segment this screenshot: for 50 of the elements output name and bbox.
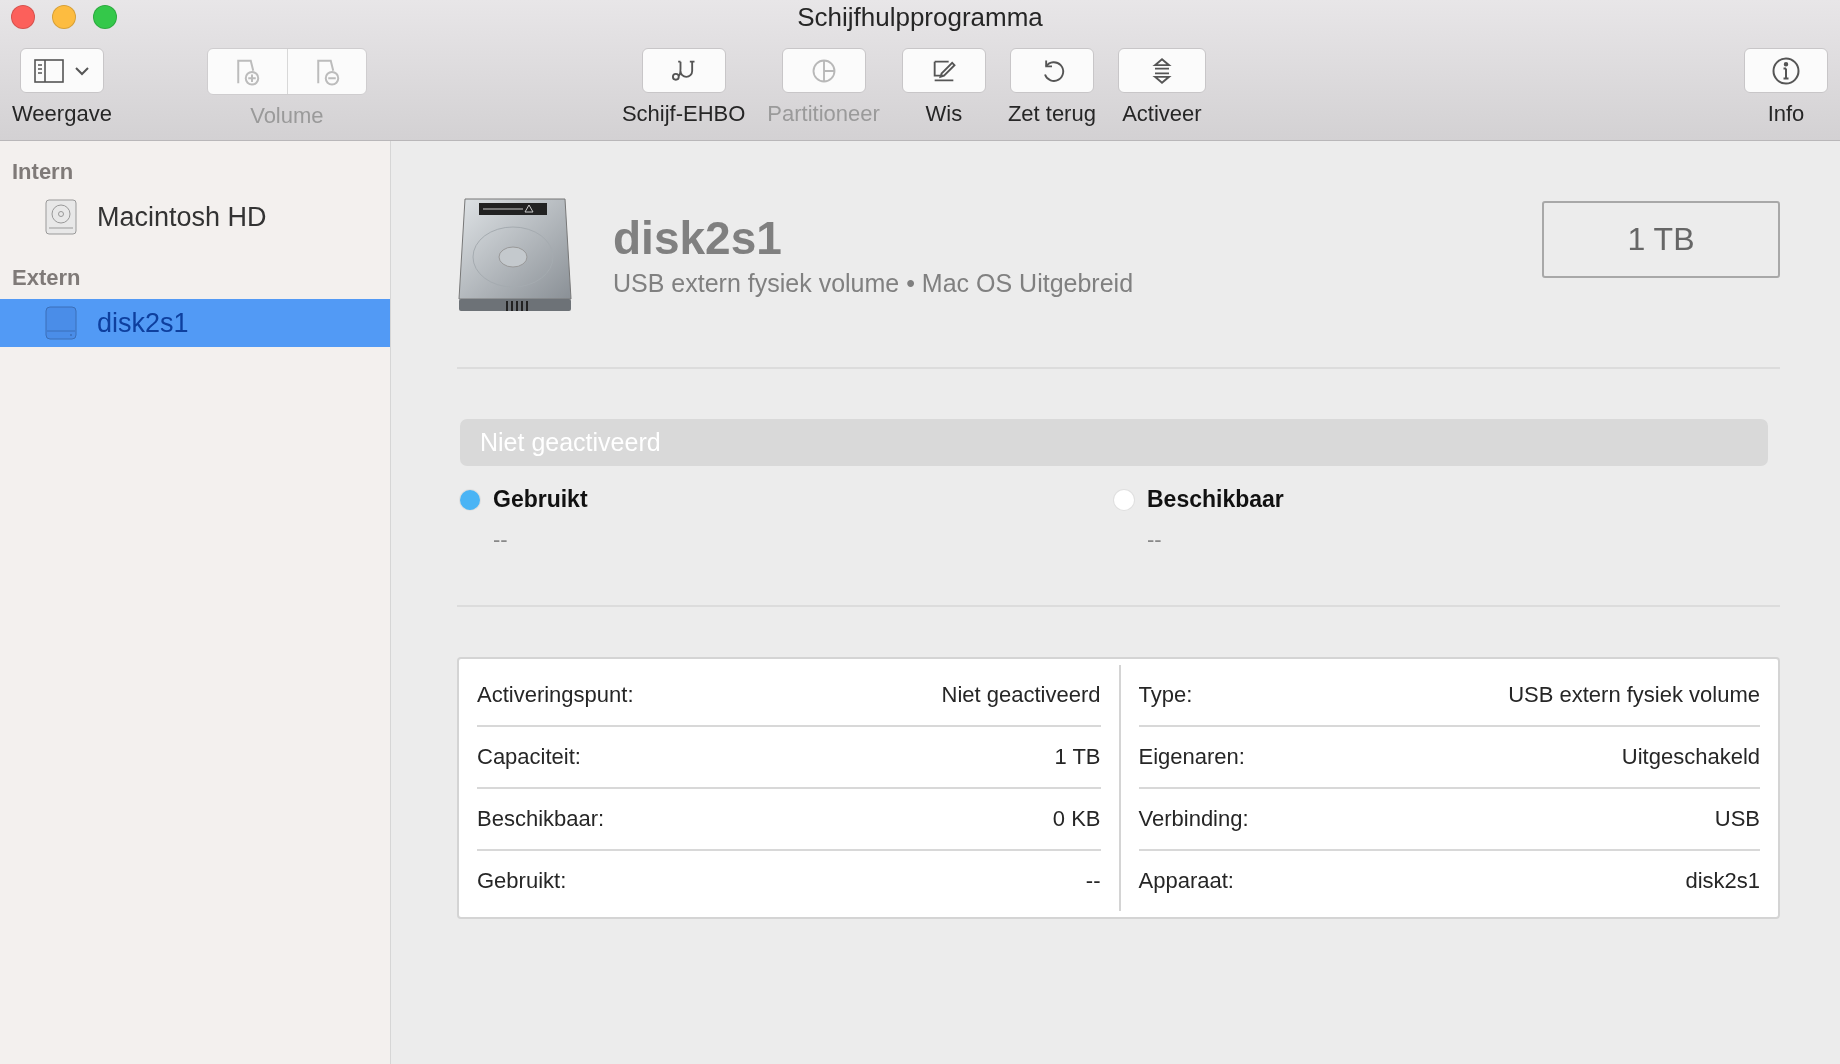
minimize-button[interactable] [52, 5, 76, 29]
mount-button[interactable] [1117, 48, 1206, 93]
info-button[interactable] [1744, 48, 1828, 93]
detail-label: Activeringspunt: [477, 682, 634, 708]
detail-label: Apparaat: [1138, 868, 1234, 894]
external-drive-icon [45, 306, 77, 340]
capacity-label: 1 TB [1542, 200, 1780, 278]
chevron-down-icon [73, 65, 90, 76]
detail-value: USB [1714, 806, 1760, 832]
restore-button[interactable] [1009, 48, 1094, 93]
toolbar-label: Volume [250, 103, 324, 129]
detail-value: 1 TB [1054, 744, 1101, 770]
sidebar-toggle-button[interactable] [19, 48, 104, 93]
hard-drive-icon [45, 199, 77, 235]
detail-label: Beschikbaar: [477, 806, 605, 832]
toolbar-label: Wis [925, 101, 963, 127]
legend-label: Beschikbaar [1147, 486, 1284, 513]
toolbar-label: Schijf-EHBO [621, 101, 746, 127]
detail-value: Niet geactiveerd [941, 682, 1101, 708]
legend-value: -- [493, 527, 508, 553]
detail-value: -- [1085, 868, 1101, 894]
detail-label: Gebruikt: [477, 868, 567, 894]
hard-disk-icon [457, 195, 573, 313]
sidebar-section-title: Extern [11, 264, 82, 292]
sidebar-item[interactable]: Macintosh HD [0, 193, 390, 241]
window-title: Schijfhulpprogramma [797, 1, 1043, 33]
detail-label: Eigenaren: [1138, 744, 1245, 770]
zoom-button[interactable] [93, 5, 117, 29]
legend-label: Gebruikt [493, 486, 588, 513]
detail-value: Uitgeschakeld [1621, 744, 1760, 770]
first-aid-button[interactable] [641, 48, 726, 93]
detail-value: 0 KB [1052, 806, 1101, 832]
volume-name: disk2s1 [613, 210, 783, 265]
detail-label: Verbinding: [1138, 806, 1249, 832]
detail-label: Capaciteit: [477, 744, 581, 770]
legend-value: -- [1147, 527, 1162, 553]
detail-value: USB extern fysiek volume [1508, 682, 1760, 708]
info-icon [1771, 55, 1801, 86]
sidebar-icon [33, 58, 64, 83]
toolbar-label: Weergave [12, 101, 112, 127]
close-button[interactable] [11, 5, 35, 29]
volume-description: USB extern fysiek volume • Mac OS Uitgebreid [613, 268, 1135, 298]
detail-label: Type: [1138, 682, 1193, 708]
detail-value: disk2s1 [1685, 868, 1760, 894]
sidebar-section-title: Intern [11, 158, 75, 186]
toolbar-label: Partitioneer [767, 101, 880, 127]
erase-button[interactable] [901, 48, 986, 93]
toolbar-label: Zet terug [1007, 101, 1096, 127]
toolbar-label: Activeer [1122, 101, 1202, 127]
toolbar-label: Info [1767, 101, 1805, 127]
